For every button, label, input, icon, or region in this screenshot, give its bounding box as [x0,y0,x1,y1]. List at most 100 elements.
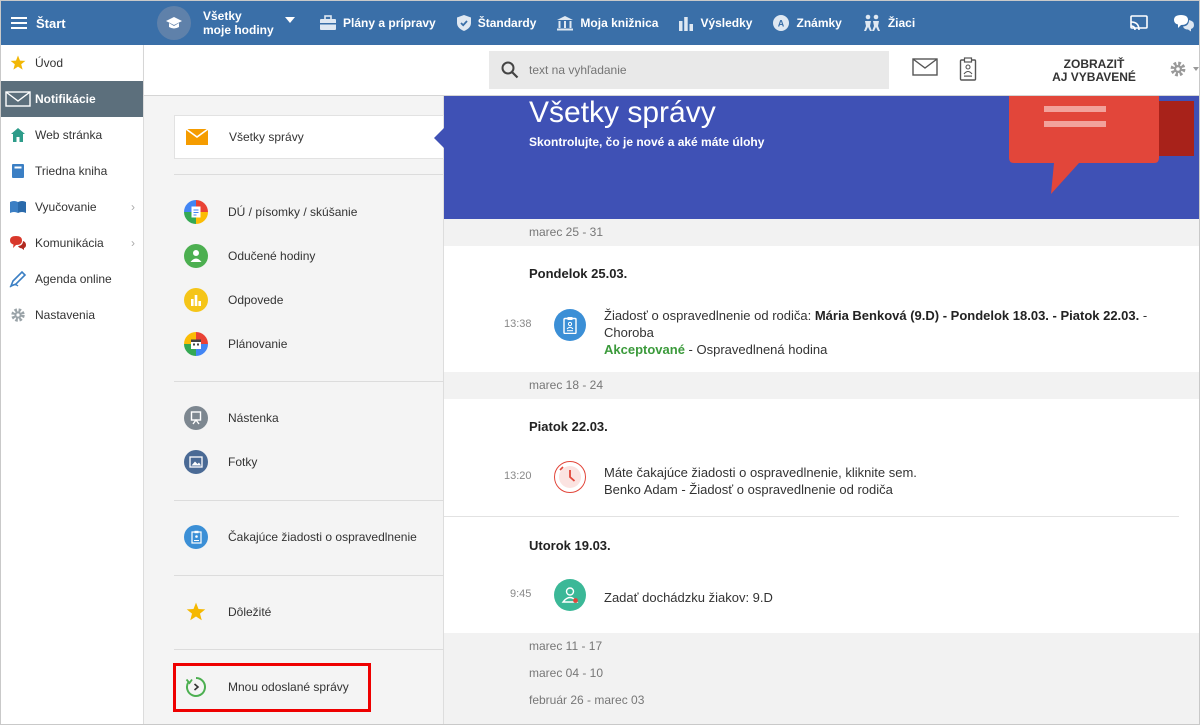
day-header: Piatok 22.03. [529,419,608,434]
sidebar-item-settings[interactable]: Nastavenia [1,297,143,333]
page-subtitle: Skontrolujte, čo je nové a aké máte úloh… [529,135,765,149]
star-icon [9,54,27,72]
week-header: marec 18 - 24 [444,372,1199,399]
envelope-icon [5,90,31,108]
class-selector-label: Všetky moje hodiny [203,9,279,37]
day-header: Utorok 19.03. [529,538,611,553]
gear-icon [1170,61,1186,77]
start-menu-button[interactable]: Štart [1,1,144,45]
shield-icon [456,15,471,31]
home-icon [9,126,27,144]
person-icon [184,244,208,268]
gear-icon [9,306,27,324]
folder-label: Odučené hodiny [228,249,316,263]
sidebar-item-label: Notifikácie [35,92,96,106]
nav-library[interactable]: Moja knižnica [556,15,658,31]
sidebar-item-agenda[interactable]: Agenda online [1,261,143,297]
sidebar-item-class-book[interactable]: Triedna kniha [1,153,143,189]
message-text: Zadať dochádzku žiakov: 9.D [604,590,773,605]
folder-noticeboard[interactable]: Nástenka [174,396,444,440]
nav-results-label: Výsledky [700,16,753,30]
folder-pending-excuses[interactable]: Čakajúce žiadosti o ospravedlnenie [174,515,444,559]
week-header: marec 25 - 31 [444,219,1199,246]
folder-label: Nástenka [228,411,279,425]
nav-results[interactable]: Výsledky [678,15,752,31]
speech-bubble-illustration [1009,96,1194,194]
chevron-right-icon: › [131,236,135,250]
settings-dropdown[interactable] [1169,60,1199,78]
sidebar-item-notifications[interactable]: Notifikácie [1,81,143,117]
bar-chart-icon [679,17,694,31]
status-accepted: Akceptované [604,342,685,357]
library-icon [557,16,574,31]
message-time: 13:38 [504,318,532,330]
folder-homework[interactable]: DÚ / písomky / skúšanie [174,190,444,234]
message-line2: Benko Adam - Žiadosť o ospravedlnenie od… [604,482,893,497]
message-highlight: Mária Benková (9.D) - Pondelok 18.03. - … [814,308,1140,323]
nav-students-label: Žiaci [887,16,916,30]
nav-standards[interactable]: Štandardy [456,14,537,32]
folder-panel: Všetky správy DÚ / písomky / skúšanie Od… [144,96,444,724]
clipboard-icon [554,309,586,341]
sidebar-item-website[interactable]: Web stránka [1,117,143,153]
clipboard-icon [959,57,977,81]
folder-taught-lessons[interactable]: Odučené hodiny [174,234,444,278]
sidebar-item-label: Web stránka [35,128,103,142]
grades-icon: A [773,15,790,31]
class-selector-line1: Všetky [203,9,242,23]
week-header: február 26 - marec 03 [529,693,645,707]
start-label: Štart [36,15,66,31]
sidebar-item-label: Úvod [35,56,64,70]
show-resolved-toggle[interactable]: ZOBRAZIŤ AJ VYBAVENÉ [1039,58,1149,84]
sidebar-item-communication[interactable]: Komunikácia › [1,225,143,261]
divider [444,516,1179,517]
nav-students[interactable]: Žiaci [862,14,915,32]
clipboard-icon [184,525,208,549]
compose-message-button[interactable] [912,57,938,80]
week-header: marec 04 - 10 [529,666,604,680]
class-selector[interactable]: Všetky moje hodiny [157,6,295,40]
nav-grades-label: Známky [796,16,842,30]
folder-label: Odpovede [228,293,284,307]
envelope-icon [912,58,938,76]
excuse-requests-button[interactable] [959,57,977,84]
folder-all-messages[interactable]: Všetky správy [174,115,444,159]
folder-label: Fotky [228,455,258,469]
star-icon [184,600,208,624]
page-title: Všetky správy [529,96,716,129]
hamburger-icon [11,17,27,29]
message-text: Máte čakajúce žiadosti o ospravedlnenie,… [604,464,1164,498]
sidebar-item-label: Agenda online [35,272,112,286]
status-detail: - Ospravedlnená hodina [684,342,828,357]
search-box[interactable] [489,51,889,89]
divider [174,575,444,576]
open-book-icon [9,198,27,216]
folder-photos[interactable]: Fotky [174,440,444,484]
book-icon [9,162,27,180]
svg-text:A: A [778,19,785,29]
chat-bubbles-icon [1174,15,1194,32]
folder-important[interactable]: Dôležité [174,590,444,634]
selection-arrow [434,128,444,148]
folder-answers[interactable]: Odpovede [174,278,444,322]
nav-library-label: Moja knižnica [580,16,659,30]
sidebar-item-teaching[interactable]: Vyučovanie › [1,189,143,225]
week-header: marec 11 - 17 [529,639,603,653]
folder-planning[interactable]: Plánovanie [174,322,444,366]
chevron-down-icon [285,17,295,23]
nav-plans[interactable]: Plány a prípravy [319,15,436,31]
message-list: Všetky správy Skontrolujte, čo je nové a… [444,96,1199,724]
sidebar-item-label: Triedna kniha [35,164,108,178]
homework-icon [184,200,208,224]
folder-label: Čakajúce žiadosti o ospravedlnenie [228,530,417,544]
sidebar-item-intro[interactable]: Úvod [1,45,143,81]
cast-button[interactable] [1129,1,1149,45]
chart-icon [184,288,208,312]
nav-standards-label: Štandardy [477,16,537,30]
search-input[interactable] [529,63,849,77]
top-nav: Plány a prípravy Štandardy Moja knižnica… [319,1,935,45]
page-header: Všetky správy Skontrolujte, čo je nové a… [444,96,1199,219]
nav-grades[interactable]: A Známky [772,14,842,32]
sidebar-item-label: Komunikácia [35,236,104,250]
messages-button[interactable] [1173,1,1195,45]
